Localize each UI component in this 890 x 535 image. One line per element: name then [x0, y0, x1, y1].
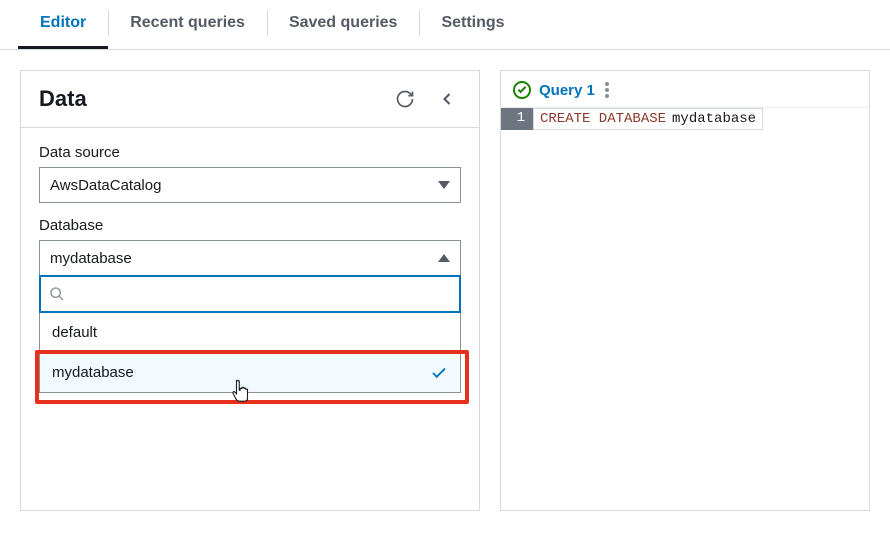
data-source-label: Data source	[39, 144, 461, 161]
data-panel: Data Data source AwsDataCatalog Database…	[20, 70, 480, 511]
data-panel-header: Data	[21, 71, 479, 127]
filter-ghost-text: Filter tables and views	[67, 401, 225, 419]
data-panel-body: Data source AwsDataCatalog Database myda…	[21, 128, 479, 435]
top-tabs: Editor Recent queries Saved queries Sett…	[0, 0, 890, 50]
option-label: mydatabase	[52, 364, 134, 381]
database-value: mydatabase	[50, 250, 132, 267]
chevron-up-icon	[438, 254, 450, 262]
data-panel-title: Data	[39, 86, 87, 112]
tab-saved-queries[interactable]: Saved queries	[267, 0, 420, 49]
main-area: Data Data source AwsDataCatalog Database…	[0, 50, 890, 531]
sql-keyword: CREATE DATABASE	[540, 111, 666, 127]
data-source-dropdown[interactable]: AwsDataCatalog	[39, 167, 461, 203]
database-search-row	[39, 275, 461, 313]
sql-editor[interactable]: 1 CREATE DATABASE mydatabase	[501, 108, 869, 130]
refresh-button[interactable]	[391, 85, 419, 113]
chevron-down-icon	[438, 181, 450, 189]
tab-settings[interactable]: Settings	[419, 0, 526, 49]
search-icon	[43, 402, 59, 418]
query-tab-menu-button[interactable]	[605, 82, 609, 98]
status-success-icon	[513, 81, 531, 99]
search-icon	[49, 286, 65, 302]
chevron-left-icon	[437, 89, 457, 109]
database-dropdown[interactable]: mydatabase	[39, 240, 461, 276]
database-search-input[interactable]	[71, 286, 451, 303]
line-number: 1	[501, 108, 533, 130]
check-icon	[430, 364, 448, 382]
data-source-value: AwsDataCatalog	[50, 177, 161, 194]
option-label: default	[52, 324, 97, 341]
cursor-pointer-icon	[231, 379, 253, 405]
data-panel-actions	[391, 85, 461, 113]
refresh-icon	[395, 89, 415, 109]
sql-identifier: mydatabase	[672, 111, 756, 127]
query-tab-row: Query 1	[501, 71, 869, 108]
database-dropdown-popup: default mydatabase	[39, 275, 461, 393]
collapse-button[interactable]	[433, 85, 461, 113]
database-label: Database	[39, 217, 461, 234]
code-line: CREATE DATABASE mydatabase	[533, 108, 763, 130]
query-panel: Query 1 1 CREATE DATABASE mydatabase	[500, 70, 870, 511]
tab-recent-queries[interactable]: Recent queries	[108, 0, 267, 49]
tab-editor[interactable]: Editor	[18, 0, 108, 49]
query-tab-label[interactable]: Query 1	[539, 82, 595, 99]
database-option-default[interactable]: default	[40, 312, 460, 352]
